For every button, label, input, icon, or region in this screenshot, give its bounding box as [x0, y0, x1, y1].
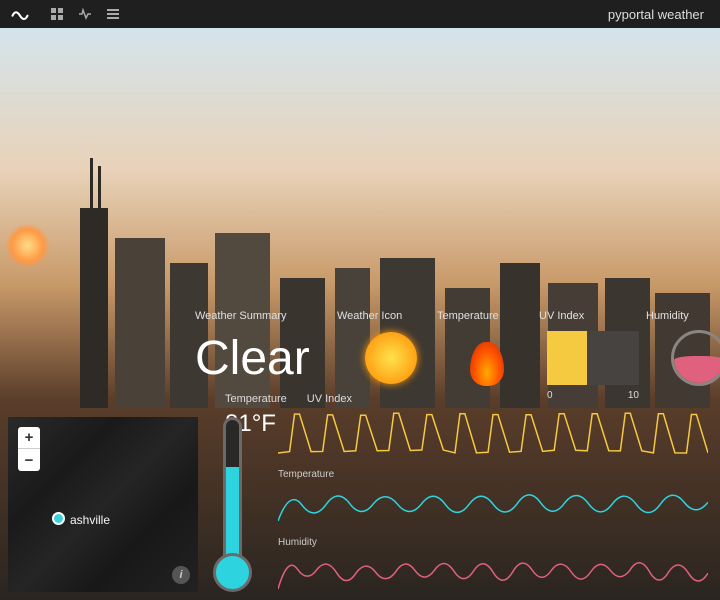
widgets-row: Clear 0 10	[195, 330, 720, 386]
thermo-temp-label: Temperature	[225, 393, 287, 405]
chart-temperature: Temperature	[278, 469, 708, 531]
fire-icon	[462, 331, 512, 386]
uv-min: 0	[547, 390, 553, 401]
uv-gauge: 0 10	[547, 331, 639, 385]
thermo-labels: Temperature UV Index	[225, 393, 352, 405]
widget-labels-row: Weather Summary Weather Icon Temperature…	[195, 310, 706, 322]
page-title: pyportal weather	[608, 7, 704, 22]
chart-uv	[278, 408, 708, 463]
label-uv: UV Index	[539, 310, 634, 322]
temperature-sparkline	[278, 481, 708, 526]
humidity-gauge	[671, 330, 720, 386]
thermo-uv-label: UV Index	[307, 393, 352, 405]
humidity-sparkline	[278, 549, 708, 594]
thermometer-icon	[210, 417, 255, 592]
label-humidity: Humidity	[646, 310, 706, 322]
map-location-label: ashville	[70, 513, 110, 527]
weather-summary-value: Clear	[195, 331, 335, 386]
label-icon: Weather Icon	[337, 310, 425, 322]
activity-view-button[interactable]	[72, 3, 98, 25]
label-summary: Weather Summary	[195, 310, 325, 322]
label-temperature: Temperature	[437, 310, 527, 322]
view-switcher	[44, 3, 126, 25]
map-zoom-controls: + −	[18, 427, 40, 471]
list-view-button[interactable]	[100, 3, 126, 25]
grid-view-button[interactable]	[44, 3, 70, 25]
sun-icon	[365, 332, 417, 384]
chart-hum-label: Humidity	[278, 537, 708, 548]
uv-max: 10	[628, 390, 639, 401]
location-map[interactable]: + − ashville i	[8, 417, 198, 592]
brand-logo	[8, 2, 32, 26]
widgets-overlay: Weather Summary Weather Icon Temperature…	[0, 310, 720, 600]
chart-humidity: Humidity	[278, 537, 708, 599]
charts-column: Temperature Humidity	[278, 408, 708, 600]
app-header: pyportal weather	[0, 0, 720, 28]
dashboard-main: Weather Summary Weather Icon Temperature…	[0, 28, 720, 600]
zoom-in-button[interactable]: +	[18, 427, 40, 449]
zoom-out-button[interactable]: −	[18, 449, 40, 471]
chart-temp-label: Temperature	[278, 469, 708, 480]
map-info-button[interactable]: i	[172, 566, 190, 584]
map-marker-icon	[52, 512, 65, 525]
uv-sparkline	[278, 408, 708, 458]
